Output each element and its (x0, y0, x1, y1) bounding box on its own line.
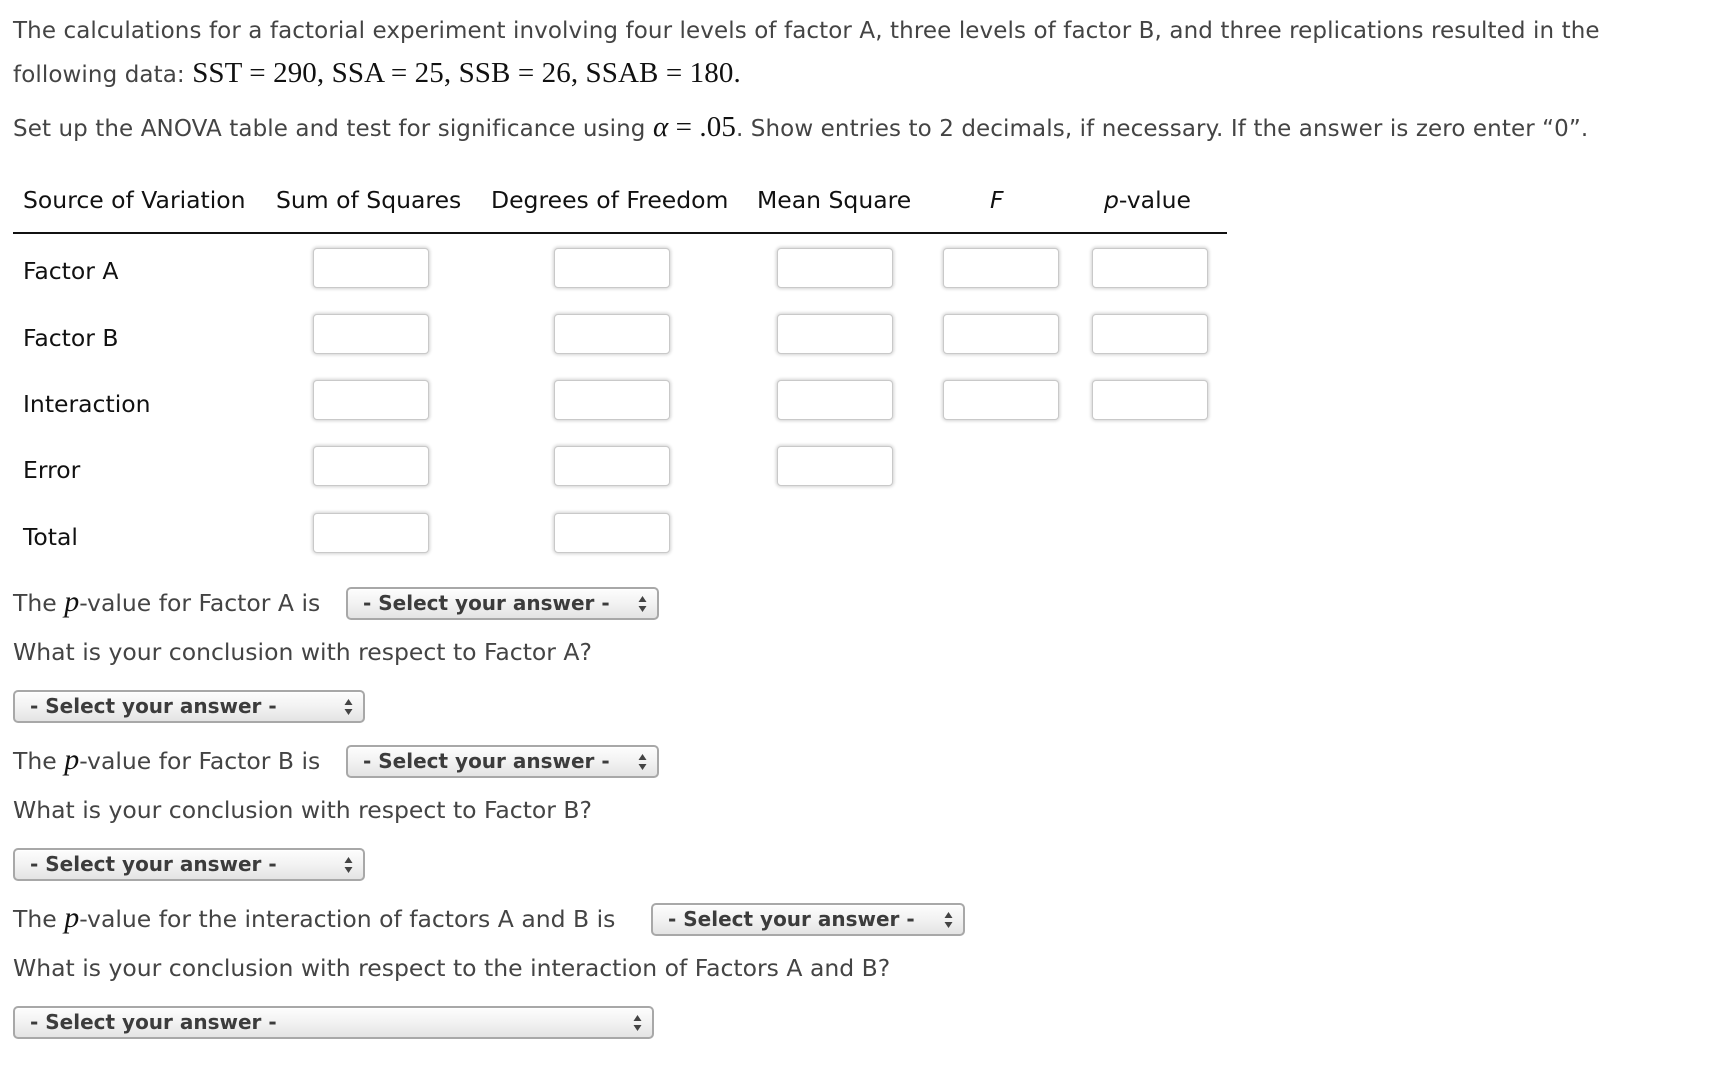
selected-value: - Select your answer - (30, 694, 277, 718)
factor-a-sum-of-squares-input[interactable] (313, 248, 429, 288)
factor-b-conclusion-select[interactable]: - Select your answer - (13, 848, 365, 881)
p-value-suffix: -value (1118, 186, 1191, 214)
selected-value: - Select your answer - (30, 1010, 277, 1034)
factor-a-pvalue-prompt: The p-value for Factor A is (13, 585, 320, 619)
factor-a-mean-square-input[interactable] (777, 248, 893, 288)
row-label-factor-a: Factor A (23, 257, 119, 285)
updown-arrows-icon (944, 911, 953, 929)
alpha-equation: α = .05 (652, 111, 736, 143)
problem-instruction: Set up the ANOVA table and test for sign… (13, 106, 1712, 150)
column-header-degrees-of-freedom: Degrees of Freedom (491, 186, 729, 214)
row-label-interaction: Interaction (23, 390, 151, 418)
total-sum-of-squares-input[interactable] (313, 513, 429, 553)
given-values-equation: SST = 290, SSA = 25, SSB = 26, SSAB = 18… (192, 57, 741, 89)
p-symbol: p (1104, 186, 1119, 214)
updown-arrows-icon (344, 698, 353, 716)
factor-b-sum-of-squares-input[interactable] (313, 314, 429, 354)
interaction-pvalue-prompt: The p-value for the interaction of facto… (13, 901, 615, 935)
column-header-f: F (990, 186, 1004, 214)
interaction-f-input[interactable] (943, 380, 1059, 420)
column-header-p-value: p-value (1104, 186, 1191, 214)
total-degrees-of-freedom-input[interactable] (554, 513, 670, 553)
given-sst-name: SST (192, 57, 242, 89)
prompt-prefix: The (13, 747, 57, 775)
factor-a-pvalue-select[interactable]: - Select your answer - (346, 587, 659, 620)
updown-arrows-icon (344, 856, 353, 874)
alpha-symbol: α (652, 111, 669, 143)
row-label-error: Error (23, 456, 81, 484)
given-ssb-value: 26 (541, 57, 571, 89)
given-ssa-value: 25 (414, 57, 444, 89)
column-header-sum-of-squares: Sum of Squares (276, 186, 462, 214)
interaction-pvalue-select[interactable]: - Select your answer - (651, 903, 965, 936)
interaction-p-value-input[interactable] (1092, 380, 1208, 420)
prompt-prefix: The (13, 905, 57, 933)
instruction-suffix: . Show entries to 2 decimals, if necessa… (735, 116, 1589, 142)
error-sum-of-squares-input[interactable] (313, 446, 429, 486)
column-header-mean-square: Mean Square (757, 186, 912, 214)
factor-b-f-input[interactable] (943, 314, 1059, 354)
prompt-suffix: -value for Factor A is (79, 589, 321, 617)
factor-b-mean-square-input[interactable] (777, 314, 893, 354)
instruction-prefix: Set up the ANOVA table and test for sign… (13, 116, 646, 142)
p-symbol: p (64, 743, 80, 776)
factor-a-f-input[interactable] (943, 248, 1059, 288)
p-symbol: p (64, 901, 80, 934)
row-label-factor-b: Factor B (23, 324, 119, 352)
selected-value: - Select your answer - (30, 852, 277, 876)
interaction-conclusion-prompt: What is your conclusion with respect to … (13, 954, 891, 982)
column-header-source: Source of Variation (23, 186, 246, 214)
given-ssab-name: SSAB (585, 57, 659, 89)
factor-a-conclusion-select[interactable]: - Select your answer - (13, 690, 365, 723)
header-divider (13, 232, 1227, 234)
updown-arrows-icon (633, 1014, 642, 1032)
factor-a-p-value-input[interactable] (1092, 248, 1208, 288)
p-symbol: p (64, 585, 80, 618)
error-mean-square-input[interactable] (777, 446, 893, 486)
factor-a-conclusion-prompt: What is your conclusion with respect to … (13, 638, 592, 666)
selected-value: - Select your answer - (363, 749, 610, 773)
interaction-conclusion-select[interactable]: - Select your answer - (13, 1006, 654, 1039)
prompt-prefix: The (13, 589, 57, 617)
interaction-mean-square-input[interactable] (777, 380, 893, 420)
factor-b-pvalue-prompt: The p-value for Factor B is (13, 743, 320, 777)
problem-intro: The calculations for a factorial experim… (13, 10, 1703, 96)
error-degrees-of-freedom-input[interactable] (554, 446, 670, 486)
interaction-sum-of-squares-input[interactable] (313, 380, 429, 420)
factor-b-conclusion-prompt: What is your conclusion with respect to … (13, 796, 593, 824)
selected-value: - Select your answer - (668, 907, 915, 931)
updown-arrows-icon (638, 595, 647, 613)
updown-arrows-icon (638, 753, 647, 771)
given-sst-value: 290 (273, 57, 317, 89)
selected-value: - Select your answer - (363, 591, 610, 615)
prompt-suffix: -value for Factor B is (79, 747, 321, 775)
given-ssa-name: SSA (331, 57, 384, 89)
interaction-degrees-of-freedom-input[interactable] (554, 380, 670, 420)
alpha-value: .05 (699, 111, 736, 143)
row-label-total: Total (23, 523, 78, 551)
factor-a-degrees-of-freedom-input[interactable] (554, 248, 670, 288)
given-ssb-name: SSB (458, 57, 511, 89)
given-ssab-value: 180 (689, 57, 734, 89)
factor-b-pvalue-select[interactable]: - Select your answer - (346, 745, 659, 778)
factor-b-degrees-of-freedom-input[interactable] (554, 314, 670, 354)
factor-b-p-value-input[interactable] (1092, 314, 1208, 354)
prompt-suffix: -value for the interaction of factors A … (79, 905, 616, 933)
